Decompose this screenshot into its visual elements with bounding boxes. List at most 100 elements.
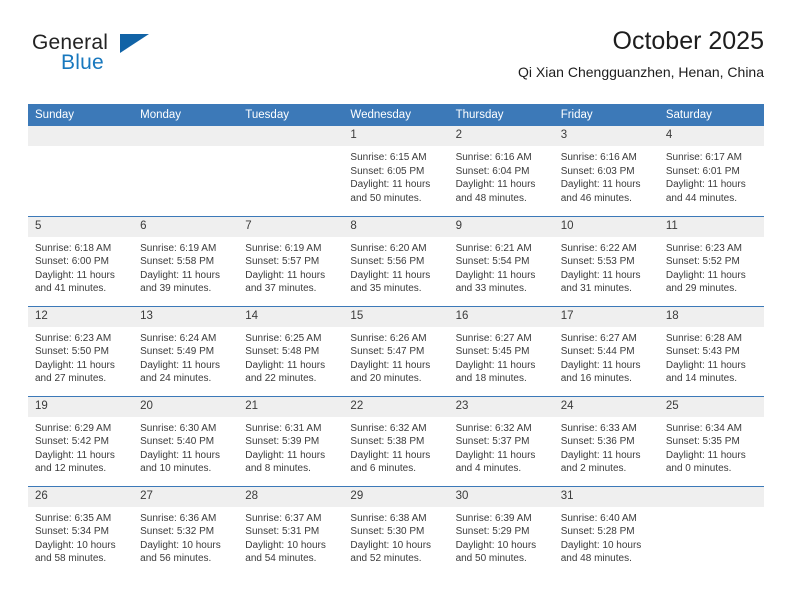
day-detail-line: Daylight: 11 hours xyxy=(665,449,746,461)
day-detail-line: Daylight: 10 hours xyxy=(350,539,432,551)
day-number: 3 xyxy=(553,126,659,146)
day-number xyxy=(28,126,134,146)
calendar-day-cell[interactable]: 12 Sunrise: 6:23 AM Sunset: 5:50 PM Dayligh… xyxy=(28,305,134,396)
day-detail-line: Sunrise: 6:19 AM xyxy=(245,242,322,254)
calendar-day-cell[interactable]: 18 Sunrise: 6:28 AM Sunset: 5:43 PM Dayligh… xyxy=(658,305,764,396)
day-details: Sunrise: 6:21 AM Sunset: 5:54 PM Daylight:… xyxy=(449,237,554,296)
day-detail-line: Sunrise: 6:16 AM xyxy=(455,152,532,163)
day-detail-line: and 58 minutes. xyxy=(35,553,107,565)
calendar-day-cell[interactable]: 2 Sunrise: 6:16 AM Sunset: 6:04 PM Daylight… xyxy=(448,126,554,216)
day-details: Sunrise: 6:32 AM Sunset: 5:38 PM Daylight:… xyxy=(343,417,448,476)
day-detail-line: Daylight: 11 hours xyxy=(455,449,536,461)
calendar-day-cell[interactable]: 17 Sunrise: 6:27 AM Sunset: 5:44 PM Dayligh… xyxy=(553,305,659,396)
calendar-day-cell[interactable]: 31 Sunrise: 6:40 AM Sunset: 5:28 PM Dayligh… xyxy=(553,485,659,576)
calendar-day-cell[interactable]: 1 Sunrise: 6:15 AM Sunset: 6:05 PM Daylight… xyxy=(343,126,449,216)
calendar-day-cell[interactable]: 4 Sunrise: 6:17 AM Sunset: 6:01 PM Daylight… xyxy=(658,126,764,216)
day-details: Sunrise: 6:33 AM Sunset: 5:36 PM Daylight:… xyxy=(554,417,659,476)
brand-name-general: General xyxy=(32,31,109,54)
calendar-day-cell[interactable]: 3 Sunrise: 6:16 AM Sunset: 6:03 PM Daylight… xyxy=(553,126,659,216)
day-number: 9 xyxy=(448,216,554,237)
day-detail-line: Daylight: 11 hours xyxy=(560,179,641,191)
day-detail-line: Sunset: 5:32 PM xyxy=(140,526,215,538)
calendar-day-cell[interactable]: 24 Sunrise: 6:33 AM Sunset: 5:36 PM Dayligh… xyxy=(553,395,659,486)
calendar-day-cell[interactable]: 5 Sunrise: 6:18 AM Sunset: 6:00 PM Daylight… xyxy=(28,215,134,306)
calendar-day-cell[interactable]: 14 Sunrise: 6:25 AM Sunset: 5:48 PM Dayligh… xyxy=(238,305,344,396)
calendar-day-cell[interactable]: 27 Sunrise: 6:36 AM Sunset: 5:32 PM Dayligh… xyxy=(133,485,239,576)
day-detail-line: Sunset: 5:40 PM xyxy=(140,436,215,448)
day-details: Sunrise: 6:17 AM Sunset: 6:01 PM Daylight:… xyxy=(659,146,764,205)
day-detail-line: Daylight: 11 hours xyxy=(245,269,326,281)
calendar-week-row: 1 Sunrise: 6:15 AM Sunset: 6:05 PM Daylight… xyxy=(28,126,764,216)
day-detail-line: and 0 minutes. xyxy=(665,463,732,475)
calendar-day-cell[interactable]: 13 Sunrise: 6:24 AM Sunset: 5:49 PM Dayligh… xyxy=(133,305,239,396)
day-detail-line: Daylight: 11 hours xyxy=(665,359,746,371)
day-details: Sunrise: 6:39 AM Sunset: 5:29 PM Daylight:… xyxy=(449,507,554,566)
day-detail-line: Sunrise: 6:33 AM xyxy=(560,422,637,434)
day-number: 31 xyxy=(553,486,659,507)
day-detail-line: Daylight: 11 hours xyxy=(560,269,641,281)
day-detail-line: Sunrise: 6:24 AM xyxy=(140,332,217,344)
day-detail-line: Daylight: 11 hours xyxy=(350,179,431,191)
day-detail-line: and 52 minutes. xyxy=(350,553,422,565)
calendar-day-cell[interactable]: 30 Sunrise: 6:39 AM Sunset: 5:29 PM Dayligh… xyxy=(448,485,554,576)
calendar-day-cell[interactable]: 8 Sunrise: 6:20 AM Sunset: 5:56 PM Daylight… xyxy=(343,215,449,306)
day-number: 11 xyxy=(658,216,764,237)
day-details: Sunrise: 6:30 AM Sunset: 5:40 PM Daylight:… xyxy=(133,417,238,476)
day-detail-line: Sunset: 5:57 PM xyxy=(245,256,320,268)
day-detail-line: Sunset: 5:36 PM xyxy=(560,436,635,448)
calendar-day-cell[interactable]: 19 Sunrise: 6:29 AM Sunset: 5:42 PM Dayligh… xyxy=(28,395,134,486)
day-details: Sunrise: 6:16 AM Sunset: 6:03 PM Daylight:… xyxy=(554,146,659,205)
day-details: Sunrise: 6:31 AM Sunset: 5:39 PM Daylight:… xyxy=(238,417,343,476)
day-detail-line: and 24 minutes. xyxy=(140,373,212,385)
brand-logo[interactable]: General Blue xyxy=(32,32,232,88)
day-detail-line: Sunset: 5:50 PM xyxy=(35,346,109,358)
calendar-day-cell[interactable]: 15 Sunrise: 6:26 AM Sunset: 5:47 PM Dayligh… xyxy=(343,305,449,396)
day-number xyxy=(133,126,239,146)
day-detail-line: Sunset: 5:34 PM xyxy=(35,526,109,538)
calendar-day-cell[interactable]: 29 Sunrise: 6:38 AM Sunset: 5:30 PM Dayligh… xyxy=(343,485,449,576)
calendar-day-cell[interactable]: 20 Sunrise: 6:30 AM Sunset: 5:40 PM Dayligh… xyxy=(133,395,239,486)
calendar-day-cell[interactable]: 26 Sunrise: 6:35 AM Sunset: 5:34 PM Dayligh… xyxy=(28,485,134,576)
calendar-day-cell[interactable]: 23 Sunrise: 6:32 AM Sunset: 5:37 PM Dayligh… xyxy=(448,395,554,486)
day-detail-line: and 8 minutes. xyxy=(245,463,311,475)
day-number: 10 xyxy=(553,216,659,237)
day-number: 1 xyxy=(343,126,449,146)
day-detail-line: Sunrise: 6:26 AM xyxy=(350,332,427,344)
day-detail-line: Sunrise: 6:30 AM xyxy=(140,422,217,434)
page-subtitle: Qi Xian Chengguanzhen, Henan, China xyxy=(518,64,764,80)
day-detail-line: Sunset: 6:05 PM xyxy=(350,165,425,177)
day-details: Sunrise: 6:37 AM Sunset: 5:31 PM Daylight:… xyxy=(238,507,343,566)
calendar-day-cell[interactable]: 10 Sunrise: 6:22 AM Sunset: 5:53 PM Dayligh… xyxy=(553,215,659,306)
day-detail-line: and 35 minutes. xyxy=(350,283,422,295)
day-detail-line: and 18 minutes. xyxy=(455,373,527,385)
title-block: October 2025 Qi Xian Chengguanzhen, Hena… xyxy=(518,26,764,81)
calendar-day-cell[interactable]: 16 Sunrise: 6:27 AM Sunset: 5:45 PM Dayligh… xyxy=(448,305,554,396)
day-detail-line: and 16 minutes. xyxy=(560,373,632,385)
calendar-day-cell[interactable]: 22 Sunrise: 6:32 AM Sunset: 5:38 PM Dayligh… xyxy=(343,395,449,486)
day-detail-line: Sunrise: 6:37 AM xyxy=(245,512,322,524)
calendar-body: 1 Sunrise: 6:15 AM Sunset: 6:05 PM Daylight… xyxy=(28,126,764,576)
day-detail-line: and 31 minutes. xyxy=(560,283,632,295)
day-number: 19 xyxy=(28,396,134,417)
day-detail-line: Sunrise: 6:32 AM xyxy=(455,422,532,434)
day-detail-line: Daylight: 10 hours xyxy=(140,539,221,551)
calendar-day-cell[interactable]: 9 Sunrise: 6:21 AM Sunset: 5:54 PM Daylight… xyxy=(448,215,554,306)
day-details: Sunrise: 6:23 AM Sunset: 5:52 PM Daylight:… xyxy=(659,237,764,296)
calendar-day-cell[interactable]: 6 Sunrise: 6:19 AM Sunset: 5:58 PM Daylight… xyxy=(133,215,239,306)
calendar-day-cell[interactable]: 11 Sunrise: 6:23 AM Sunset: 5:52 PM Dayligh… xyxy=(658,215,764,306)
calendar-day-cell[interactable]: 25 Sunrise: 6:34 AM Sunset: 5:35 PM Dayligh… xyxy=(658,395,764,486)
day-details: Sunrise: 6:26 AM Sunset: 5:47 PM Daylight:… xyxy=(343,327,448,386)
calendar-day-cell[interactable]: 7 Sunrise: 6:19 AM Sunset: 5:57 PM Daylight… xyxy=(238,215,344,306)
weekday-header-thursday: Thursday xyxy=(448,104,554,126)
day-detail-line: Daylight: 11 hours xyxy=(350,449,431,461)
day-detail-line: Sunrise: 6:22 AM xyxy=(560,242,637,254)
day-detail-line: and 20 minutes. xyxy=(350,373,422,385)
day-detail-line: Sunrise: 6:23 AM xyxy=(665,242,742,254)
calendar-day-cell-empty xyxy=(658,485,764,576)
calendar-day-cell[interactable]: 28 Sunrise: 6:37 AM Sunset: 5:31 PM Dayligh… xyxy=(238,485,344,576)
day-detail-line: Sunset: 5:30 PM xyxy=(350,526,425,538)
day-number: 18 xyxy=(658,306,764,327)
calendar-day-cell[interactable]: 21 Sunrise: 6:31 AM Sunset: 5:39 PM Dayligh… xyxy=(238,395,344,486)
day-detail-line: Sunrise: 6:35 AM xyxy=(35,512,112,524)
day-detail-line: Daylight: 11 hours xyxy=(140,449,220,461)
